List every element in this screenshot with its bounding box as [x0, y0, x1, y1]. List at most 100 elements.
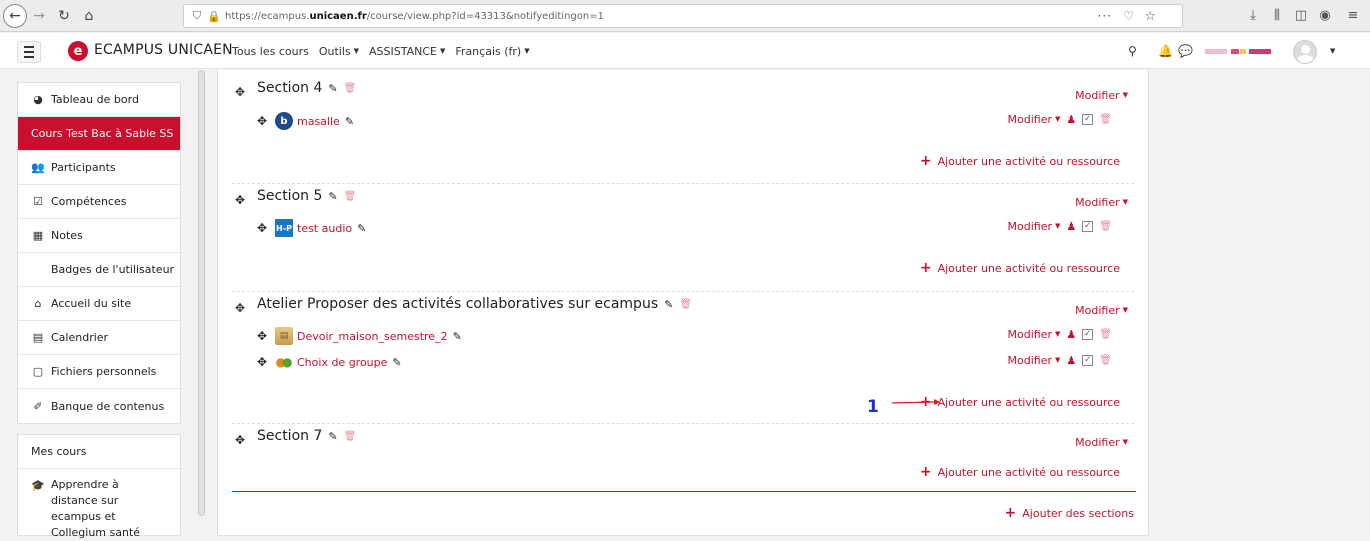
course-section: ✥ Section 7 ✎ 🗑 Modifier ▼ + Ajouter une … — [232, 424, 1134, 490]
basket-icon[interactable]: 🗑 — [344, 431, 357, 442]
caret-down-icon: ▼ — [353, 47, 360, 55]
library-icon[interactable]: ⫼ — [1268, 8, 1286, 23]
checkbox-icon[interactable]: ✓ — [1082, 355, 1094, 366]
edit-pencil-icon[interactable]: ✎ — [453, 330, 462, 343]
navigation-drawer: ◕ Tableau de bord Cours Test Bac à Sable… — [0, 70, 198, 541]
move-icon[interactable]: ✥ — [235, 433, 245, 447]
drawer-item-notes[interactable]: ▦ Notes — [18, 219, 180, 253]
add-activity-button[interactable]: + Ajouter une activité ou ressource — [920, 153, 1120, 169]
user-icon[interactable]: ♟ — [1066, 113, 1076, 126]
drawer-my-courses-title[interactable]: Mes cours — [18, 435, 180, 469]
star-icon[interactable]: ☆ — [1144, 9, 1156, 24]
caret-down-icon[interactable]: ▼ — [1330, 47, 1335, 55]
move-icon[interactable]: ✥ — [235, 85, 245, 99]
user-icon[interactable]: ♟ — [1066, 328, 1076, 341]
move-icon[interactable]: ✥ — [257, 329, 275, 343]
drawer-my-courses: Mes cours 🎓 Apprendre à distance sur eca… — [17, 434, 181, 539]
drawer-item-content-bank[interactable]: ✐ Banque de contenus — [18, 389, 180, 423]
drawer-item-current-course[interactable]: Cours Test Bac à Sable SS — [18, 117, 180, 151]
move-icon[interactable]: ✥ — [235, 193, 245, 207]
user-icon[interactable]: ♟ — [1066, 354, 1076, 367]
checkbox-icon[interactable]: ✓ — [1082, 114, 1094, 125]
edit-pencil-icon[interactable]: ✎ — [357, 222, 366, 235]
edit-pencil-icon[interactable]: ✎ — [328, 82, 337, 95]
section-title: Section 5 ✎ 🗑 — [257, 188, 357, 204]
add-activity-button[interactable]: + Ajouter une activité ou ressource — [920, 394, 1120, 410]
edit-pencil-icon[interactable]: ✎ — [328, 190, 337, 203]
section-title: Atelier Proposer des activités collabora… — [257, 296, 693, 312]
drawer-main-nav: ◕ Tableau de bord Cours Test Bac à Sable… — [17, 82, 181, 424]
top-menu: Tous les cours Outils ▼ ASSISTANCE ▼ Franç… — [232, 45, 530, 58]
drawer-item-site-home[interactable]: ⌂ Accueil du site — [18, 287, 180, 321]
ecampus-logo[interactable]: e — [68, 41, 88, 61]
forward-icon[interactable]: → — [30, 5, 48, 27]
menu-icon[interactable]: ≡ — [1344, 8, 1362, 23]
drawer-item-course-apprendre[interactable]: 🎓 Apprendre à distance sur ecampus et Co… — [18, 469, 180, 539]
drawer-item-participants[interactable]: 👥 Participants — [18, 151, 180, 185]
messages-icon[interactable]: 💬 — [1178, 44, 1193, 58]
pocket-icon[interactable]: ♡ — [1123, 9, 1134, 23]
add-activity-button[interactable]: + Ajouter une activité ou ressource — [920, 260, 1120, 276]
account-icon[interactable]: ◉ — [1316, 8, 1334, 23]
section-edit-menu[interactable]: Modifier ▼ — [1075, 89, 1128, 102]
basket-icon[interactable]: 🗑 — [1099, 329, 1112, 340]
back-icon[interactable]: ← — [3, 4, 27, 28]
url-text[interactable]: https://ecampus.unicaen.fr/course/view.p… — [225, 11, 604, 22]
activity-edit-menu[interactable]: Modifier ▼ — [1008, 328, 1061, 341]
page-actions-icon[interactable]: ··· — [1098, 9, 1112, 23]
menu-tous-les-cours[interactable]: Tous les cours — [232, 45, 309, 58]
user-avatar[interactable] — [1293, 40, 1317, 64]
add-activity-button[interactable]: + Ajouter une activité ou ressource — [920, 464, 1120, 480]
reload-icon[interactable]: ↻ — [55, 5, 73, 27]
download-icon[interactable]: ⤓ — [1244, 8, 1262, 23]
basket-icon[interactable]: 🗑 — [1099, 355, 1112, 366]
checkbox-icon[interactable]: ✓ — [1082, 221, 1094, 232]
site-name[interactable]: ECAMPUS UNICAEN — [94, 42, 233, 58]
sidebar-icon[interactable]: ◫ — [1292, 8, 1310, 23]
section-edit-menu[interactable]: Modifier ▼ — [1075, 436, 1128, 449]
activity-link[interactable]: Devoir_maison_semestre_2 — [297, 330, 448, 343]
drawer-toggle-button[interactable] — [17, 41, 41, 63]
drawer-item-calendar[interactable]: ▤ Calendrier — [18, 321, 180, 355]
edit-pencil-icon[interactable]: ✎ — [328, 430, 337, 443]
activity-link[interactable]: test audio — [297, 222, 352, 235]
activity-edit-menu[interactable]: Modifier ▼ — [1008, 354, 1061, 367]
menu-outils[interactable]: Outils ▼ — [319, 45, 359, 58]
move-icon[interactable]: ✥ — [257, 221, 275, 235]
edit-pencil-icon[interactable]: ✎ — [392, 356, 401, 369]
basket-icon[interactable]: 🗑 — [344, 191, 357, 202]
search-icon[interactable]: ⚲ — [1128, 44, 1137, 58]
activity-link[interactable]: masalle — [297, 115, 340, 128]
add-sections-button[interactable]: + Ajouter des sections — [1005, 505, 1134, 521]
address-bar[interactable]: ⛉ 🔒 https://ecampus.unicaen.fr/course/vi… — [183, 4, 1183, 28]
user-icon[interactable]: ♟ — [1066, 220, 1076, 233]
checkbox-icon[interactable]: ✓ — [1082, 329, 1094, 340]
move-icon[interactable]: ✥ — [257, 114, 275, 128]
section-edit-menu[interactable]: Modifier ▼ — [1075, 304, 1128, 317]
lock-icon[interactable]: 🔒 — [207, 10, 221, 23]
drawer-item-private-files[interactable]: ▢ Fichiers personnels — [18, 355, 180, 389]
basket-icon[interactable]: 🗑 — [1099, 114, 1112, 125]
activity-link[interactable]: Choix de groupe — [297, 356, 387, 369]
notification-bell-icon[interactable]: 🔔 — [1158, 44, 1173, 58]
move-icon[interactable]: ✥ — [235, 301, 245, 315]
activity-edit-menu[interactable]: Modifier ▼ — [1008, 113, 1061, 126]
move-icon[interactable]: ✥ — [257, 355, 275, 369]
basket-icon[interactable]: 🗑 — [344, 83, 357, 94]
course-section: ✥ Section 5 ✎ 🗑 Modifier ▼ ✥ H-P test aud… — [232, 184, 1134, 292]
drawer-scrollbar[interactable] — [198, 70, 205, 516]
menu-assistance[interactable]: ASSISTANCE ▼ — [369, 45, 445, 58]
caret-down-icon: ▼ — [524, 47, 530, 55]
section-edit-menu[interactable]: Modifier ▼ — [1075, 196, 1128, 209]
drawer-item-competences[interactable]: ☑ Compétences — [18, 185, 180, 219]
basket-icon[interactable]: 🗑 — [679, 299, 692, 310]
home-icon[interactable]: ⌂ — [80, 5, 98, 27]
basket-icon[interactable]: 🗑 — [1099, 221, 1112, 232]
activity-edit-menu[interactable]: Modifier ▼ — [1008, 220, 1061, 233]
drawer-item-badges[interactable]: Badges de l'utilisateur — [18, 253, 180, 287]
edit-pencil-icon[interactable]: ✎ — [664, 298, 673, 311]
drawer-item-dashboard[interactable]: ◕ Tableau de bord — [18, 83, 180, 117]
menu-language[interactable]: Français (fr) ▼ — [455, 45, 529, 58]
edit-pencil-icon[interactable]: ✎ — [345, 115, 354, 128]
shield-icon[interactable]: ⛉ — [190, 9, 204, 23]
